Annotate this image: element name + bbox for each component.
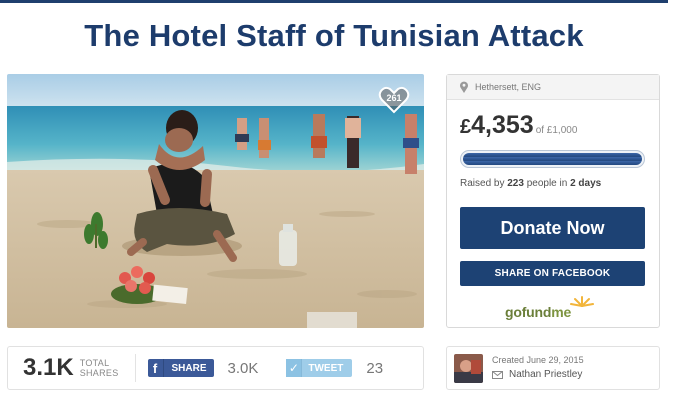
gofundme-wordmark-b: me: [551, 304, 572, 320]
location-pin-icon: [460, 81, 468, 93]
organizer-avatar[interactable]: [454, 354, 483, 383]
donate-now-button[interactable]: Donate Now: [460, 207, 645, 249]
organizer-card: Created June 29, 2015 Nathan Priestley: [446, 346, 660, 390]
goal-text: of £1,000: [535, 125, 578, 136]
raised-summary: Raised by 223 people in 2 days: [460, 178, 601, 189]
facebook-share-label: SHARE: [171, 362, 207, 374]
total-label-line-2: SHARES: [79, 368, 119, 378]
tweet-count: 23: [366, 359, 384, 377]
heart-count: 261: [386, 93, 402, 103]
gofundme-logo[interactable]: gofundme: [505, 295, 605, 321]
amount-value: 4,353: [471, 111, 534, 139]
facebook-share-count: 3.0K: [227, 359, 259, 377]
organizer-avatar-image: [454, 354, 483, 383]
total-shares-label: TOTAL SHARES: [80, 358, 119, 378]
campaign-title: The Hotel Staff of Tunisian Attack: [84, 18, 584, 53]
mail-icon: [492, 370, 503, 379]
progress-fill: [463, 153, 642, 165]
raised-days: 2 days: [570, 178, 602, 189]
donation-card: Hethersett, ENG £4,353 of £1,000 Raised …: [446, 74, 660, 328]
gofundme-wordmark: gofundme: [505, 304, 571, 320]
location-bar: Hethersett, ENG: [447, 75, 659, 100]
total-label-line-1: TOTAL: [79, 358, 110, 368]
tweet-button[interactable]: ✓ TWEET: [286, 359, 353, 377]
top-rule: [0, 0, 668, 3]
total-shares-count: 3.1K: [23, 354, 74, 381]
raised-people-count: 223: [507, 178, 524, 189]
campaign-photo-illustration: [7, 74, 424, 328]
location-text: Hethersett, ENG: [475, 82, 542, 92]
currency-symbol: £: [460, 116, 472, 138]
amount-raised: £4,353: [460, 111, 534, 140]
facebook-icon: f: [148, 359, 164, 377]
raised-mid: people in: [523, 178, 571, 189]
campaign-photo[interactable]: [7, 74, 424, 328]
share-on-facebook-button[interactable]: SHARE ON FACEBOOK: [460, 261, 645, 286]
tweet-label: TWEET: [308, 362, 344, 374]
share-bar: 3.1K TOTAL SHARES f SHARE 3.0K ✓ TWEET 23: [7, 346, 424, 390]
gofundme-wordmark-a: gofund: [505, 304, 552, 320]
share-divider: [134, 354, 136, 382]
facebook-share-button[interactable]: f SHARE: [147, 359, 214, 377]
heart-badge[interactable]: 261: [378, 86, 410, 114]
twitter-icon: ✓: [286, 359, 303, 377]
progress-bar: [460, 150, 645, 168]
amount-row: £4,353 of £1,000: [460, 111, 577, 140]
organizer-name: Nathan Priestley: [509, 369, 583, 380]
gofundme-sun-icon: [570, 296, 594, 307]
created-date: Created June 29, 2015: [492, 355, 584, 365]
organizer-name-row[interactable]: Nathan Priestley: [492, 369, 582, 380]
raised-prefix: Raised by: [460, 178, 508, 189]
